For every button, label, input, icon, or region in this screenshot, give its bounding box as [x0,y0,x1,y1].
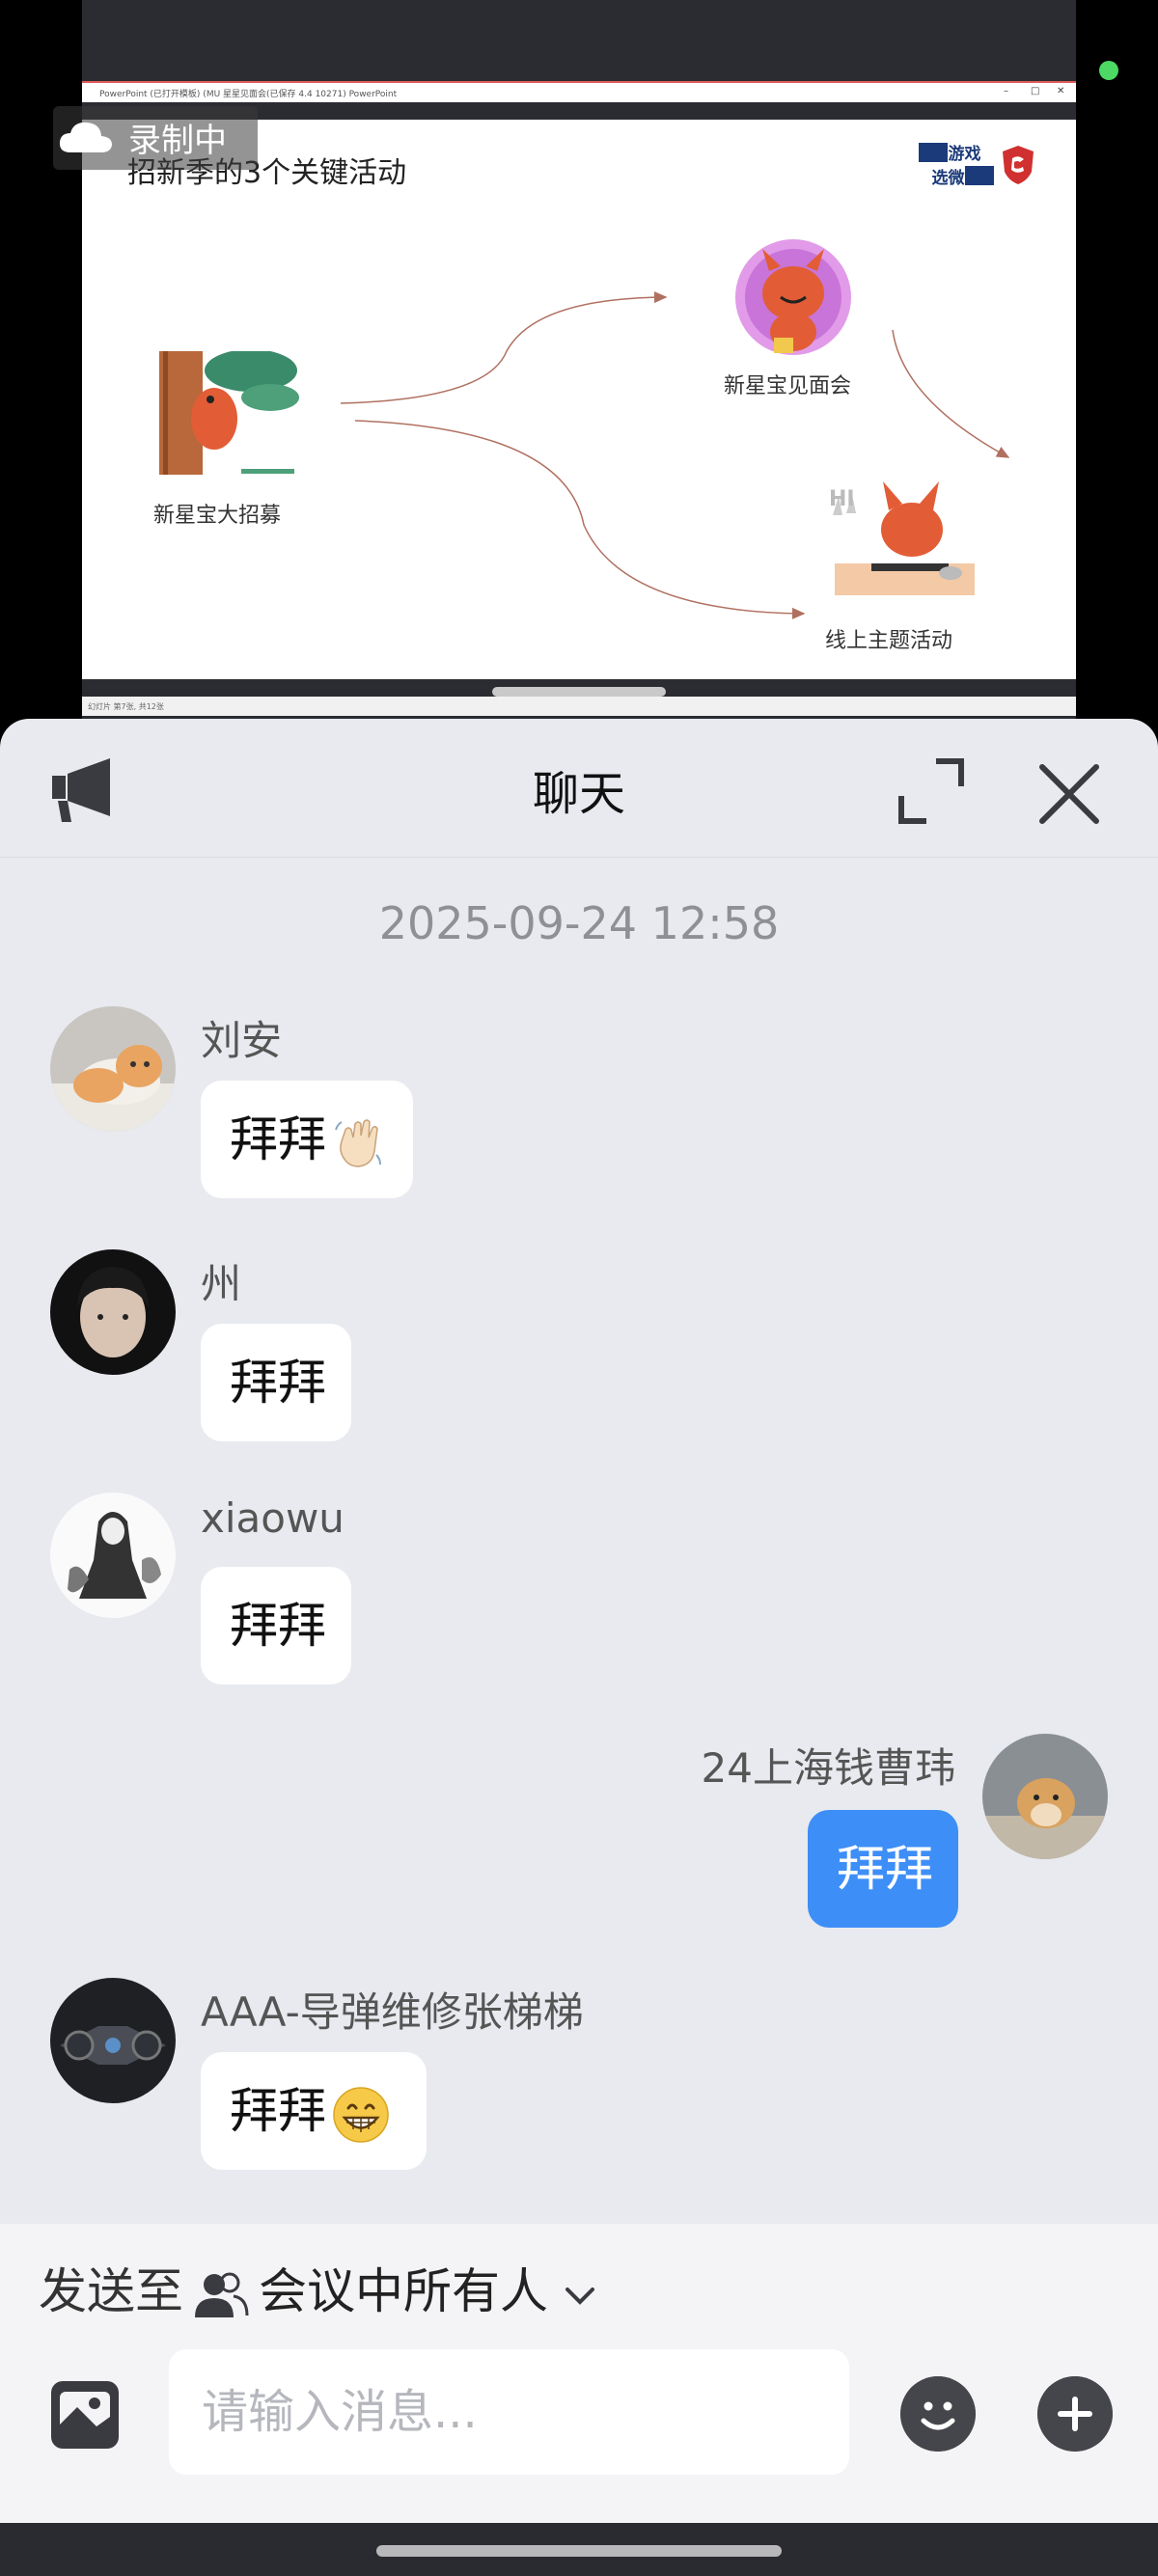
avatar-liuan[interactable] [50,1006,176,1132]
chat-title: 聊天 [532,767,625,821]
svg-text:HI: HI [829,487,855,511]
node-label-recruit: 新星宝大招募 [153,504,282,528]
message-text: 拜拜 [230,1598,326,1654]
sender-name: 刘安 [201,1017,283,1064]
recording-indicator: 录制中 [53,106,258,170]
online-activity-dragon-illustration: HI [829,481,975,595]
message-composer: 发送至 会议中所有人 [0,2224,1158,2523]
send-to-selector[interactable]: 发送至 会议中所有人 [39,2253,596,2330]
shared-app-titlebar: PowerPoint (已打开模板) (MU 星星见面会(已保存 4.4 102… [82,81,1076,102]
image-picker-icon[interactable] [48,2378,122,2452]
message-bubble[interactable]: 拜拜 [808,1810,958,1928]
message-text: 拜拜 [837,1841,933,1897]
home-indicator[interactable] [376,2545,782,2557]
presentation-slide: 招新季的3个关键活动 打游戏 选微星 新星宝大招募 新星宝见面会 HI 线上主题… [82,120,1076,679]
cloud-icon [59,122,112,152]
message-bubble[interactable]: 拜拜 [201,2052,427,2170]
expand-icon[interactable] [897,757,965,825]
slide-scroll-handle[interactable] [492,687,666,697]
message-bubble[interactable]: 拜拜 [201,1567,351,1685]
chevron-down-icon [565,2287,594,2305]
waving-hand-icon [335,1118,381,1167]
avatar-zhangtiti[interactable] [50,1978,176,2103]
avatar-xiaowu[interactable] [50,1493,176,1618]
shared-screen-area: PowerPoint (已打开模板) (MU 星星见面会(已保存 4.4 102… [0,0,1158,719]
emoji-picker-icon[interactable] [900,2376,976,2452]
more-actions-plus-icon[interactable] [1037,2376,1113,2452]
send-to-recipient: 会议中所有人 [259,2263,548,2319]
camera-indicator-dot [1099,61,1118,80]
message-text: 拜拜 [230,1355,326,1411]
chat-timestamp: 2025-09-24 12:58 [378,897,780,949]
minimize-icon: – [1004,86,1008,96]
message-input[interactable] [169,2349,849,2475]
sender-name: 州 [201,1260,242,1307]
node-label-meetup: 新星宝见面会 [724,374,852,398]
message-text: 拜拜 [230,1111,326,1167]
sender-name: xiaowu [201,1494,345,1542]
meetup-dragon-illustration [735,239,851,355]
recruit-dragon-illustration [159,351,299,475]
avatar-self[interactable] [982,1734,1108,1859]
node-label-online: 线上主题活动 [825,629,953,653]
close-icon[interactable] [1033,757,1106,831]
slide-counter: 幻灯片 第7张, 共12张 [88,702,164,711]
message-text: 拜拜 [230,2083,326,2139]
grinning-face-icon [333,2086,389,2143]
maximize-icon: □ [1031,86,1040,96]
message-bubble[interactable]: 拜拜 [201,1324,351,1441]
sender-name: AAA-导弹维修张梯梯 [201,1988,584,2036]
message-bubble[interactable]: 拜拜 [201,1081,413,1198]
chat-header: 聊天 [0,719,1158,858]
avatar-zhou[interactable] [50,1249,176,1375]
recording-label: 录制中 [128,122,227,160]
presentation-statusbar: 幻灯片 第7张, 共12张 [82,697,1076,716]
chat-panel: 聊天 2025-09-24 12:58 刘安 拜拜 州 拜拜 xiaowu 拜拜… [0,719,1158,2523]
sender-name: 24上海钱曹玮 [701,1744,955,1792]
shared-app-title: PowerPoint (已打开模板) (MU 星星见面会(已保存 4.4 102… [99,90,398,99]
people-icon [195,2272,249,2317]
send-to-label: 发送至 [39,2263,183,2319]
close-window-icon: ✕ [1057,86,1065,96]
